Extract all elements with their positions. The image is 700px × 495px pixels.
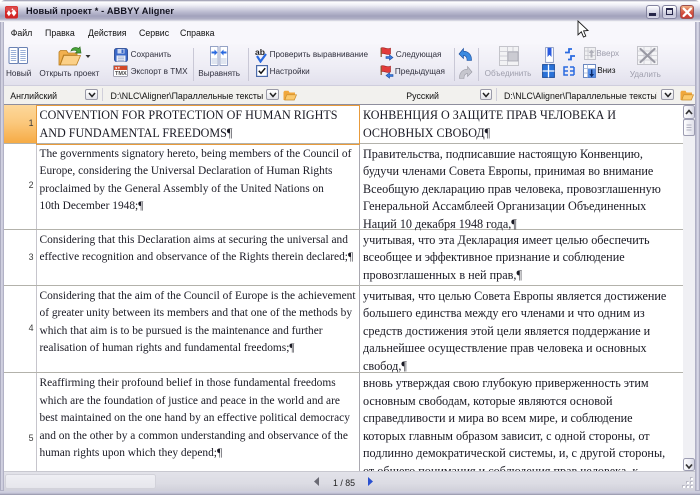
svg-text:TMX: TMX: [115, 71, 127, 77]
